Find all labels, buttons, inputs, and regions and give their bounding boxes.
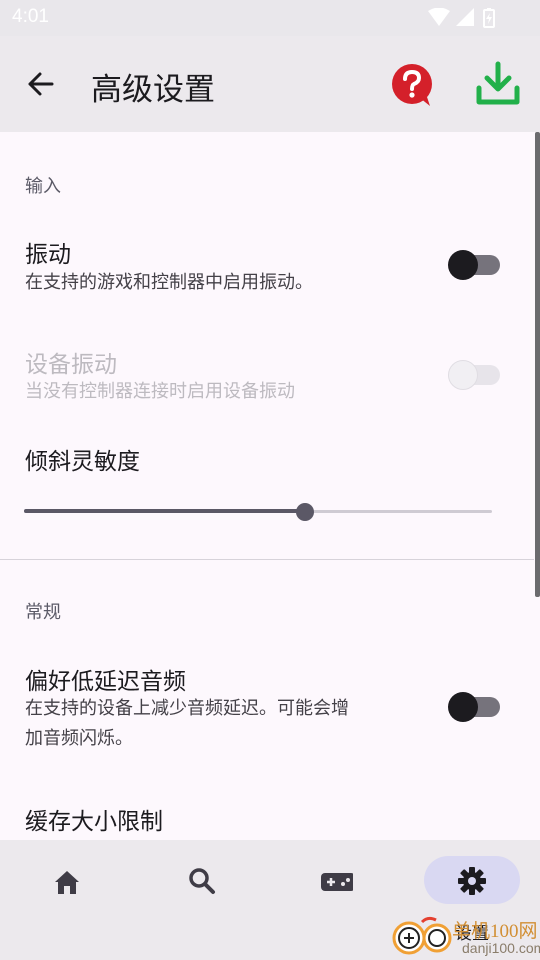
help-icon[interactable] [390,62,436,108]
slider-thumb[interactable] [296,503,314,521]
gamepad-icon [321,873,353,891]
battery-icon [483,8,495,28]
slider-active-track [24,509,305,513]
cache-size-title[interactable]: 缓存大小限制 [25,802,163,836]
tilt-sensitivity-title: 倾斜灵敏度 [25,449,140,475]
section-header-input: 输入 [25,176,61,197]
nav-item-home[interactable] [19,856,115,916]
watermark-url: danji100.com [462,940,540,956]
wifi-icon [428,8,450,26]
vibration-title: 振动 [25,242,71,268]
gear-icon [458,867,486,895]
device-vibration-summary: 当没有控制器连接时启用设备振动 [25,381,295,402]
device-vibration-title: 设备振动 [25,352,117,378]
watermark-logo [392,916,452,955]
download-icon[interactable] [474,60,522,108]
low-latency-audio-switch[interactable] [448,690,500,722]
nav-item-settings[interactable]: 设置 [424,856,520,944]
section-header-general: 常规 [25,602,61,623]
low-latency-audio-title: 偏好低延迟音频 [25,669,186,695]
vibration-summary: 在支持的游戏和控制器中启用振动。 [25,272,313,293]
settings-list[interactable]: 输入 振动 在支持的游戏和控制器中启用振动。 设备振动 当没有控制器连接时启用设… [0,132,540,840]
watermark-text: 单机100网 [452,921,538,942]
page-title: 高级设置 [91,72,215,108]
vibration-switch[interactable] [448,248,500,280]
home-icon [55,871,79,894]
nav-item-search[interactable] [154,856,250,916]
low-latency-audio-summary-line2: 加音频闪烁。 [25,728,133,749]
scrollbar[interactable] [535,132,540,597]
status-time: 4:01 [12,6,49,27]
nav-item-games[interactable] [289,856,385,916]
device-vibration-switch [448,358,500,390]
status-icons [428,8,495,28]
search-icon [189,868,215,894]
watermark: 单机100网 danji100.com [392,914,540,960]
section-divider [0,559,534,560]
tilt-sensitivity-slider[interactable] [24,500,492,524]
status-bar: 4:01 [0,0,540,36]
signal-icon [456,8,474,26]
back-arrow-icon[interactable] [20,64,60,104]
app-bar: 高级设置 [0,36,540,132]
low-latency-audio-summary-line1: 在支持的设备上减少音频延迟。可能会增 [25,698,349,719]
